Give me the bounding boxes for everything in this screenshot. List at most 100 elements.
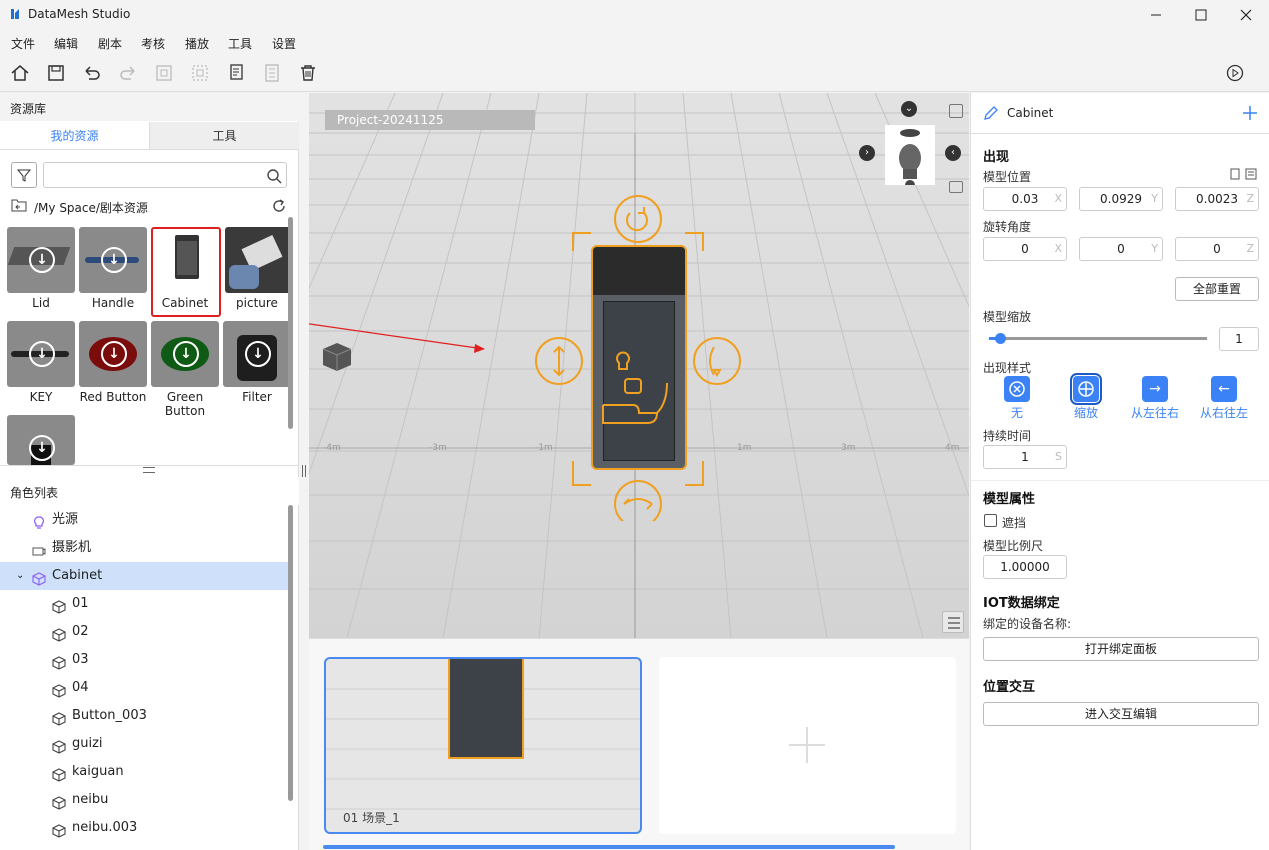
- chevron-left-icon[interactable]: ‹: [945, 145, 961, 161]
- scene-card[interactable]: 01 场景_1: [324, 657, 642, 834]
- style-none[interactable]: 无: [982, 376, 1052, 421]
- download-icon: ↓: [245, 341, 271, 367]
- tree-item[interactable]: ⌄ Cabinet: [0, 562, 290, 590]
- tab-tools[interactable]: 工具: [149, 122, 299, 149]
- tree-item[interactable]: 02: [0, 618, 290, 646]
- undo-icon[interactable]: [81, 62, 103, 84]
- style-scale[interactable]: 缩放: [1051, 373, 1121, 421]
- rotation-x-field[interactable]: 0X: [983, 237, 1067, 261]
- chevron-right-icon[interactable]: ›: [859, 145, 875, 161]
- tree-item[interactable]: 01: [0, 590, 290, 618]
- title-bar: DataMesh Studio: [0, 0, 1269, 30]
- asset-picture[interactable]: [225, 227, 293, 293]
- document-icon[interactable]: [225, 62, 247, 84]
- asset-lid[interactable]: ↓: [7, 227, 75, 293]
- close-button[interactable]: [1223, 0, 1269, 30]
- save-icon[interactable]: [45, 62, 67, 84]
- list-doc-icon[interactable]: [261, 62, 283, 84]
- tree-scrollbar[interactable]: [288, 505, 293, 801]
- scale-ruler-field[interactable]: 1.00000: [983, 555, 1067, 579]
- chevron-down-icon[interactable]: ⌄: [901, 101, 917, 117]
- position-x-field[interactable]: 0.03 X: [983, 187, 1067, 211]
- paste-icon[interactable]: [1245, 168, 1257, 180]
- arrow-left-icon: ←: [1211, 376, 1237, 402]
- home-icon[interactable]: [9, 62, 31, 84]
- list-toggle-icon[interactable]: [942, 611, 964, 633]
- tree-item[interactable]: 04: [0, 674, 290, 702]
- asset-key[interactable]: ↓: [7, 321, 75, 387]
- scene-timeline: 01 场景_1: [309, 638, 969, 850]
- tree-item-label: 04: [72, 680, 89, 695]
- add-icon[interactable]: [1242, 105, 1258, 121]
- style-right-to-left[interactable]: ← 从右往左: [1189, 376, 1259, 421]
- copy-icon[interactable]: [1229, 168, 1241, 180]
- tree-item[interactable]: neibu.003: [0, 814, 290, 842]
- search-input[interactable]: [43, 162, 287, 188]
- expand-chevron-icon[interactable]: ⌄: [16, 562, 24, 590]
- keyboard-icon[interactable]: [949, 181, 963, 193]
- reset-all-button[interactable]: 全部重置: [1175, 277, 1259, 301]
- vertical-splitter[interactable]: [299, 93, 309, 850]
- scene-viewport[interactable]: Project-20241125 -4m -3m -1m 1m 3m 4m ⌄ …: [309, 93, 969, 638]
- splitter-grip-icon[interactable]: [143, 467, 155, 473]
- asset-green-button[interactable]: ↓: [151, 321, 219, 387]
- scale-slider-track[interactable]: [989, 337, 1207, 340]
- pencil-icon[interactable]: [983, 105, 999, 121]
- refresh-icon[interactable]: [271, 198, 287, 214]
- menu-file[interactable]: 文件: [11, 35, 35, 52]
- filter-button[interactable]: [11, 162, 37, 188]
- asset-handle[interactable]: ↓: [79, 227, 147, 293]
- search-icon[interactable]: [266, 168, 282, 184]
- position-z-value: 0.0023: [1196, 192, 1238, 206]
- rotation-y-field[interactable]: 0Y: [1079, 237, 1163, 261]
- scale-value-field[interactable]: 1: [1219, 327, 1259, 351]
- style-label: 从右往左: [1199, 406, 1248, 420]
- minimize-button[interactable]: [1133, 0, 1179, 30]
- position-y-field[interactable]: 0.0929 Y: [1079, 187, 1163, 211]
- tab-my-assets[interactable]: 我的资源: [0, 122, 149, 149]
- asset-filter[interactable]: ↓: [223, 321, 291, 387]
- play-preview-icon[interactable]: [1224, 62, 1246, 84]
- rotation-z-field[interactable]: 0Z: [1175, 237, 1259, 261]
- iot-title: IOT数据绑定: [983, 596, 1060, 611]
- tree-item[interactable]: kaiguan: [0, 758, 290, 786]
- copy-frame-icon[interactable]: [153, 62, 175, 84]
- style-left-to-right[interactable]: → 从左往右: [1120, 376, 1190, 421]
- align-icon[interactable]: [189, 62, 211, 84]
- asset-scrollbar[interactable]: [288, 217, 293, 429]
- enter-interaction-edit-button[interactable]: 进入交互编辑: [983, 702, 1259, 726]
- menu-exam[interactable]: 考核: [141, 35, 165, 52]
- open-binding-panel-button[interactable]: 打开绑定面板: [983, 637, 1259, 661]
- tree-item[interactable]: guizi: [0, 730, 290, 758]
- trash-icon[interactable]: [297, 62, 319, 84]
- tree-item[interactable]: 03: [0, 646, 290, 674]
- menu-script[interactable]: 剧本: [98, 35, 122, 52]
- tree-item[interactable]: 光源: [0, 506, 290, 534]
- duration-field[interactable]: 1S: [983, 445, 1067, 469]
- occlude-checkbox[interactable]: [984, 514, 997, 527]
- position-z-field[interactable]: 0.0023 Z: [1175, 187, 1259, 211]
- scale-ruler-label: 模型比例尺: [983, 539, 1044, 553]
- menu-settings[interactable]: 设置: [272, 35, 296, 52]
- tree-item[interactable]: 摄影机: [0, 534, 290, 562]
- transform-gizmo[interactable]: [529, 191, 749, 521]
- redo-icon[interactable]: [117, 62, 139, 84]
- rotation-y-value: 0: [1117, 242, 1125, 256]
- menu-edit[interactable]: 编辑: [54, 35, 78, 52]
- asset-red-button[interactable]: ↓: [79, 321, 147, 387]
- tree-item[interactable]: Button_003: [0, 702, 290, 730]
- folder-back-icon[interactable]: [11, 198, 27, 212]
- close-circle-icon: [1004, 376, 1030, 402]
- scale-slider-knob[interactable]: [994, 333, 1006, 344]
- view-cube-icon[interactable]: [319, 339, 355, 375]
- menu-tools[interactable]: 工具: [228, 35, 252, 52]
- add-scene-button[interactable]: [659, 657, 956, 834]
- tree-item[interactable]: neibu: [0, 786, 290, 814]
- maximize-button[interactable]: [1178, 0, 1224, 30]
- focus-icon[interactable]: [949, 104, 963, 118]
- asset-partial[interactable]: ↓: [7, 415, 75, 465]
- appear-section-title: 出现: [983, 150, 1010, 165]
- menu-play[interactable]: 播放: [185, 35, 209, 52]
- timeline-scrollbar[interactable]: [323, 845, 895, 849]
- camera-view-widget[interactable]: [885, 125, 935, 190]
